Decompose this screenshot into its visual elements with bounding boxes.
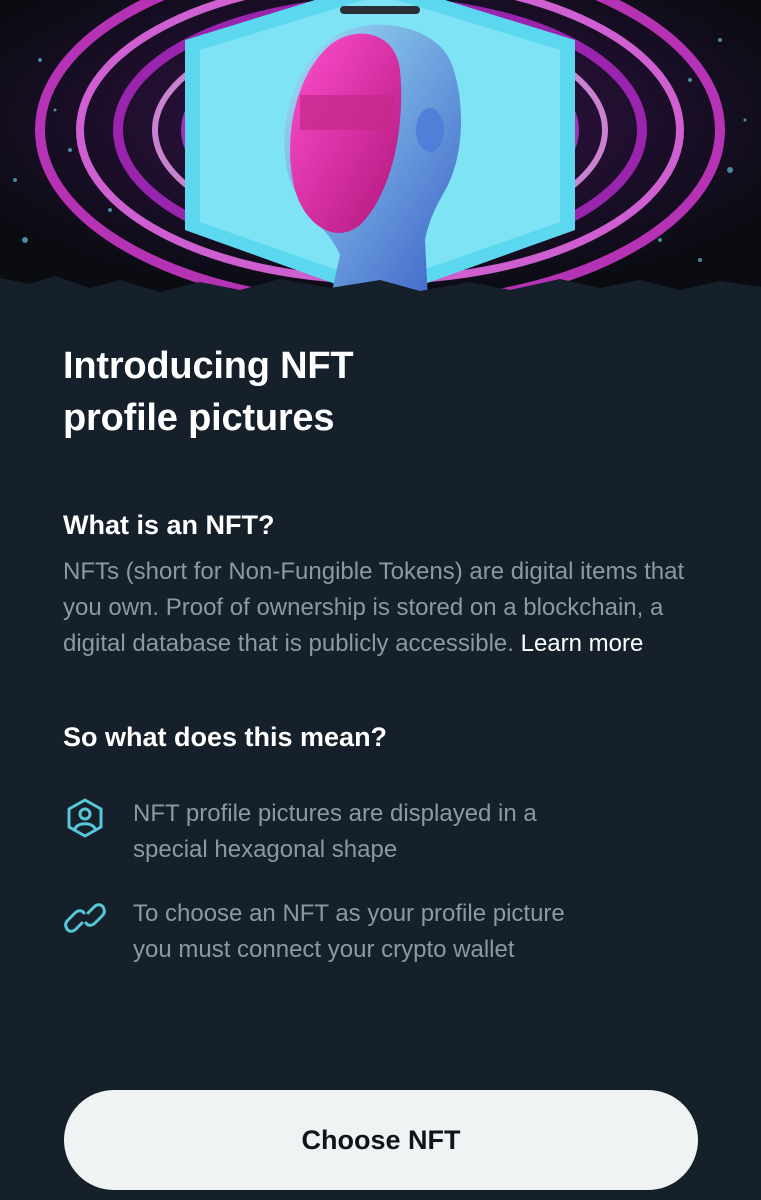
feature-wallet: To choose an NFT as your profile picture…	[63, 896, 703, 968]
feature-list: NFT profile pictures are displayed in a …	[63, 796, 703, 968]
what-is-nft-section: What is an NFT? NFTs (short for Non-Fung…	[63, 508, 703, 662]
sheet-grab-handle[interactable]	[340, 6, 420, 14]
feature-wallet-line-2: you must connect your crypto wallet	[133, 936, 515, 963]
content-area: Introducing NFT profile pictures What is…	[63, 340, 703, 996]
link-icon	[64, 903, 106, 933]
title-line-1: Introducing NFT	[63, 345, 354, 387]
page-title: Introducing NFT profile pictures	[63, 340, 703, 444]
meaning-heading: So what does this mean?	[63, 722, 388, 752]
nft-intro-sheet: Introducing NFT profile pictures What is…	[0, 0, 761, 1200]
hero-artwork	[0, 0, 761, 300]
what-is-nft-description: NFTs (short for Non-Fungible Tokens) are…	[63, 554, 703, 662]
feature-wallet-text: To choose an NFT as your profile picture…	[133, 896, 565, 968]
choose-nft-button[interactable]: Choose NFT	[64, 1090, 698, 1190]
learn-more-link[interactable]: Learn more	[521, 630, 644, 657]
title-line-2: profile pictures	[63, 397, 335, 439]
feature-wallet-line-1: To choose an NFT as your profile picture	[133, 900, 565, 927]
feature-hexagon-line-2: special hexagonal shape	[133, 836, 398, 863]
feature-hexagon-line-1: NFT profile pictures are displayed in a	[133, 800, 537, 827]
meaning-section: So what does this mean? NFT profile pict…	[63, 720, 703, 968]
feature-hexagon: NFT profile pictures are displayed in a …	[63, 796, 703, 868]
hexagon-profile-icon	[67, 798, 103, 838]
what-is-nft-heading: What is an NFT?	[63, 510, 275, 540]
feature-hexagon-text: NFT profile pictures are displayed in a …	[133, 796, 537, 868]
